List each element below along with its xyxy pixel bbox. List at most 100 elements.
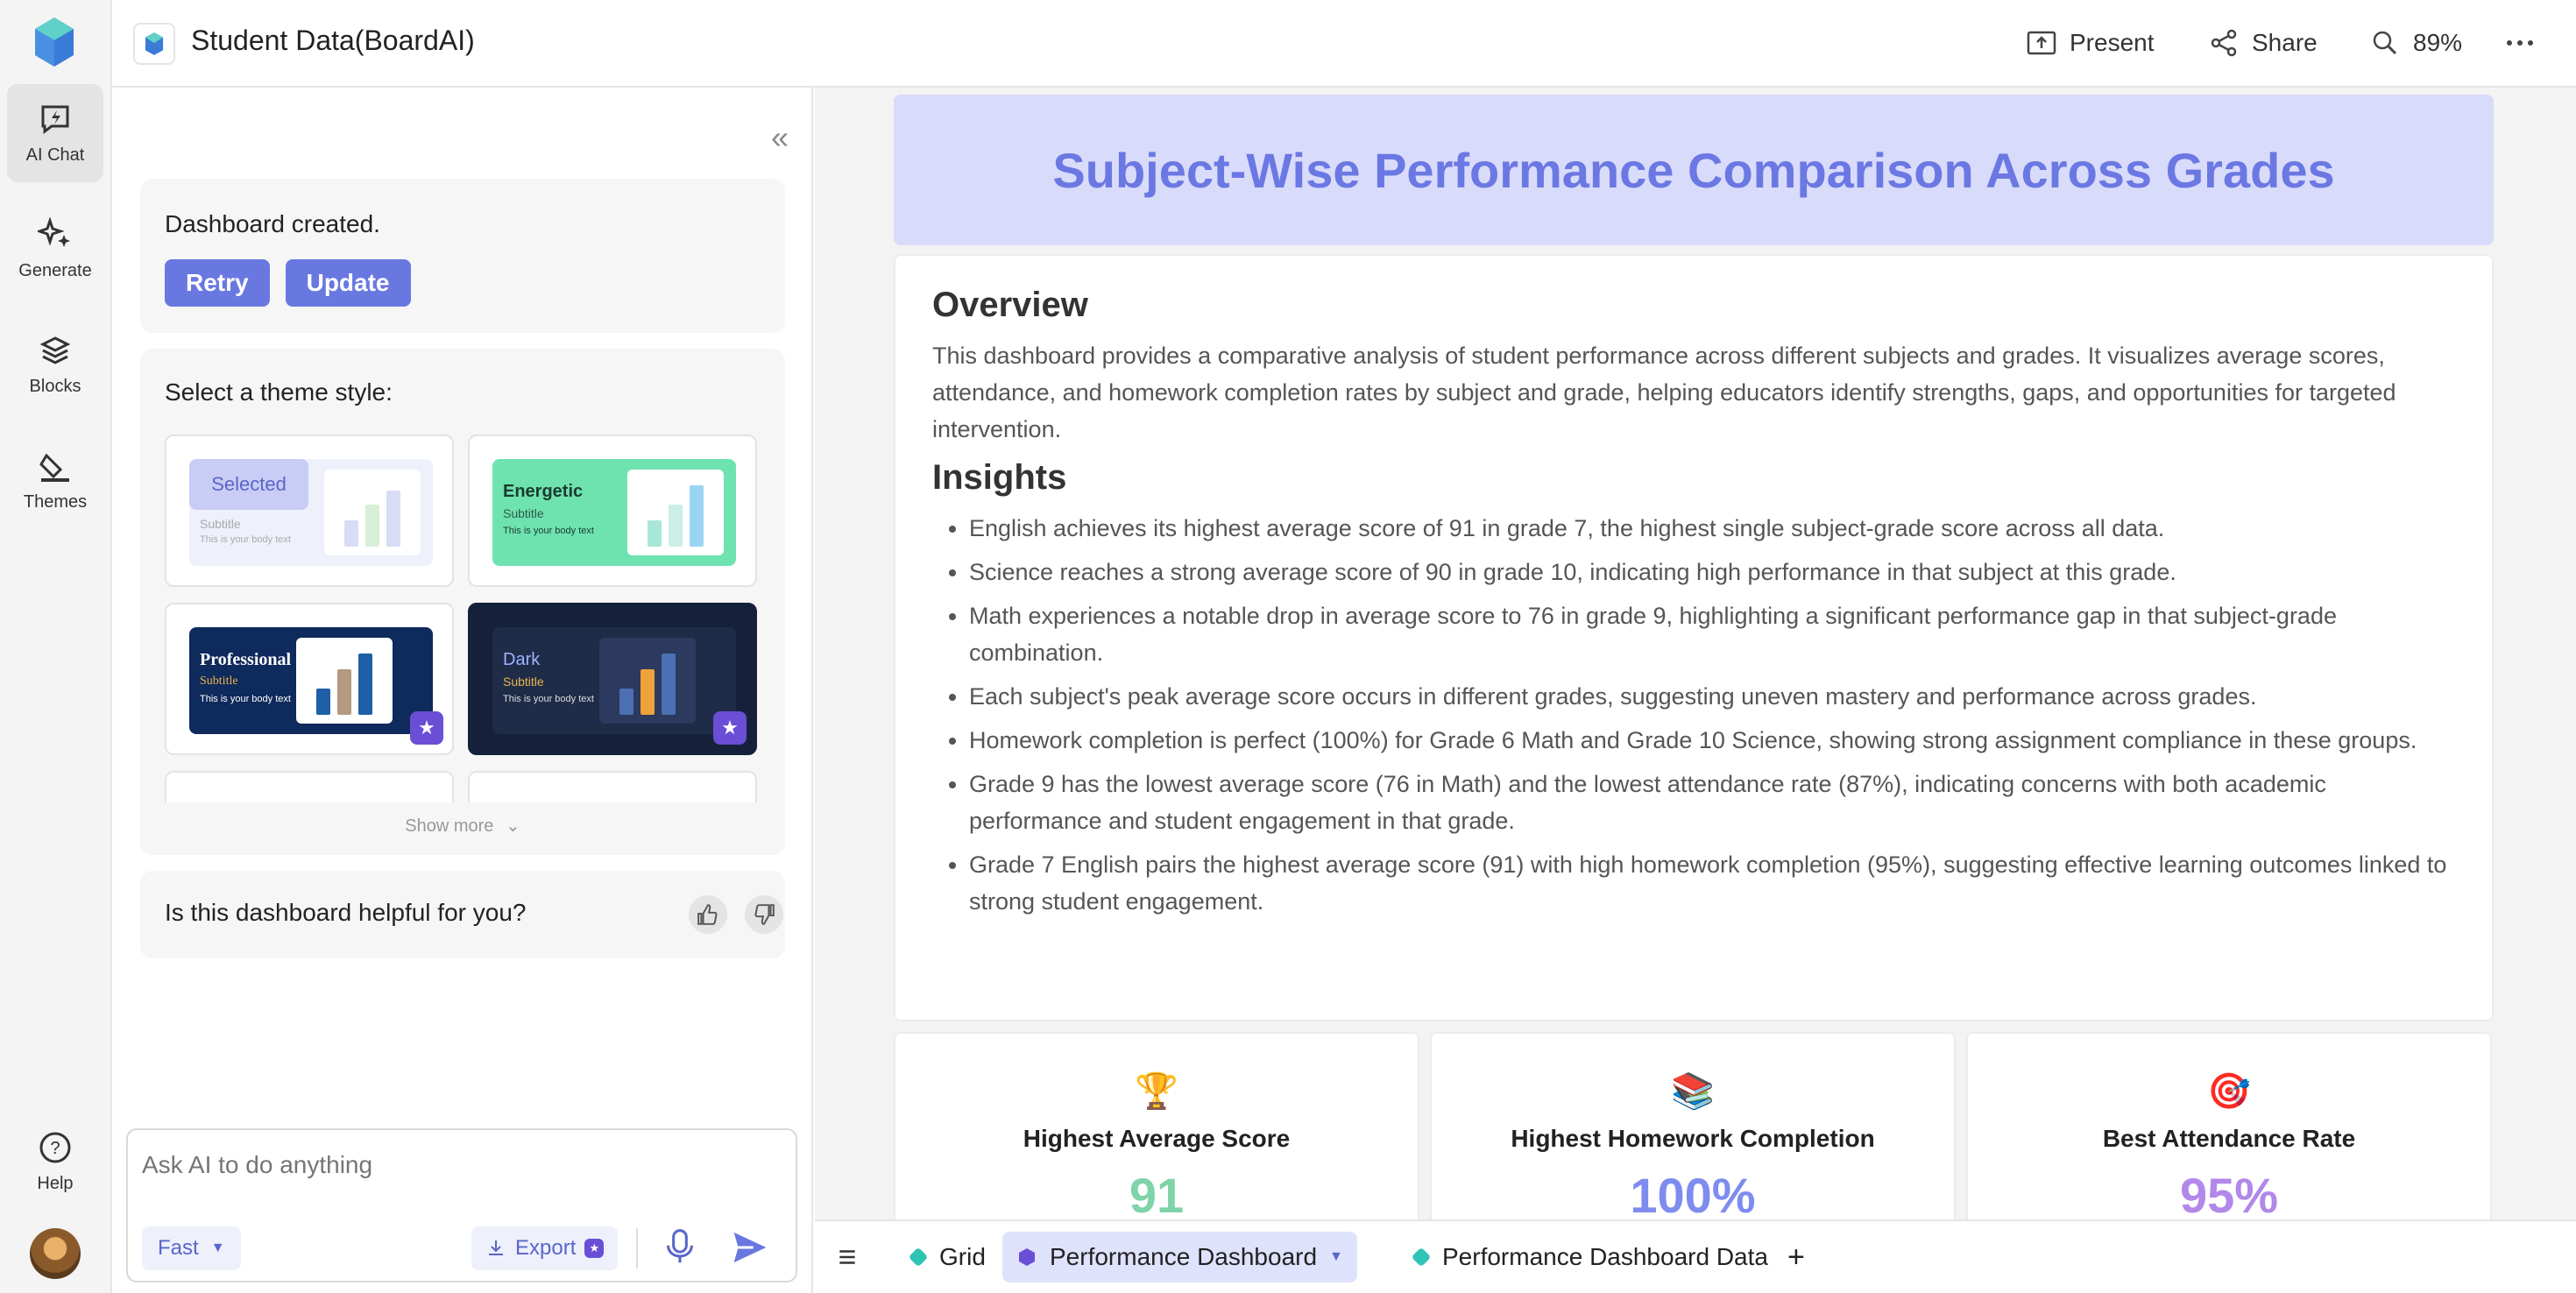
- stat-card-highest-homework-completion: 📚 Highest Homework Completion 100%: [1430, 1032, 1956, 1219]
- share-button[interactable]: Share: [2208, 23, 2318, 63]
- present-button[interactable]: Present: [2026, 23, 2155, 63]
- tabs-menu-icon[interactable]: [827, 1232, 867, 1282]
- caret-down-icon[interactable]: ▼: [1329, 1249, 1343, 1265]
- stat-card-best-attendance-rate: 🎯 Best Attendance Rate 95%: [1966, 1032, 2492, 1219]
- send-icon[interactable]: [731, 1228, 769, 1271]
- zoom-label: 89%: [2413, 29, 2463, 56]
- show-more-link[interactable]: Show more ⌄: [140, 815, 785, 837]
- stat-label: Highest Homework Completion: [1511, 1125, 1875, 1152]
- theme-option-more-1[interactable]: [165, 771, 454, 802]
- overview-text: This dashboard provides a comparative an…: [932, 343, 2396, 442]
- zoom-icon: [2373, 31, 2397, 55]
- premium-star-icon: ★: [584, 1239, 605, 1258]
- show-more-label: Show more: [405, 816, 494, 836]
- document-title[interactable]: Student Data(BoardAI): [191, 25, 475, 57]
- tab-label: Grid: [939, 1243, 986, 1270]
- theme-name: Dark: [503, 650, 541, 669]
- tab-grid[interactable]: Grid: [895, 1232, 1000, 1282]
- dashboard-canvas: Subject-Wise Performance Comparison Acro…: [815, 88, 2576, 1219]
- thumbs-down-icon[interactable]: [745, 895, 783, 934]
- theme-preview-chart: [599, 638, 696, 724]
- sheet-tabs-bar: Grid Performance Dashboard ▼ Performance…: [815, 1219, 2576, 1293]
- avatar[interactable]: [30, 1228, 81, 1279]
- insights-list: English achieves its highest average sco…: [932, 510, 2455, 920]
- top-bar: Student Data(BoardAI) Present Share 89%: [112, 0, 2576, 88]
- theme-subtitle: Subtitle: [200, 675, 238, 688]
- app-logo-icon[interactable]: [33, 16, 75, 68]
- theme-grid: Selected Subtitle This is your body text…: [165, 435, 761, 802]
- retry-button[interactable]: Retry: [165, 259, 270, 307]
- left-rail: AI Chat Generate Blocks Themes ? Help: [0, 0, 112, 1293]
- export-button[interactable]: Export ★: [471, 1226, 619, 1270]
- theme-body: This is your body text: [200, 534, 291, 545]
- divider: [636, 1228, 638, 1268]
- rail-item-help[interactable]: ? Help: [7, 1113, 103, 1211]
- stat-value: 100%: [1630, 1168, 1756, 1219]
- theme-name: Selected: [189, 459, 308, 510]
- theme-name: Energetic: [503, 482, 584, 501]
- thumbs-up-icon[interactable]: [689, 895, 727, 934]
- dashboard-title: Subject-Wise Performance Comparison Acro…: [1052, 142, 2335, 198]
- target-icon: 🎯: [2207, 1072, 2251, 1111]
- stat-value: 91: [1129, 1168, 1185, 1219]
- theme-preview-chart: [296, 638, 393, 724]
- present-icon: [2027, 31, 2056, 55]
- mode-select[interactable]: Fast ▼: [142, 1226, 241, 1270]
- theme-body: This is your body text: [503, 694, 594, 704]
- insight-item: Homework completion is perfect (100%) fo…: [969, 722, 2455, 759]
- theme-option-selected[interactable]: Selected Subtitle This is your body text: [165, 435, 454, 587]
- data-sheet-icon: [1411, 1247, 1432, 1268]
- collapse-panel-icon[interactable]: «: [771, 119, 789, 156]
- ai-input-box: Fast ▼ Export ★: [126, 1128, 797, 1282]
- theme-body: This is your body text: [200, 694, 291, 704]
- insight-item: Grade 7 English pairs the highest averag…: [969, 846, 2455, 920]
- update-button[interactable]: Update: [285, 259, 411, 307]
- rail-item-ai-chat[interactable]: AI Chat: [7, 84, 103, 182]
- insight-item: Math experiences a notable drop in avera…: [969, 597, 2455, 671]
- export-label: Export: [515, 1236, 577, 1260]
- theme-option-dark[interactable]: Dark Subtitle This is your body text ★: [468, 603, 757, 755]
- theme-body: This is your body text: [503, 526, 594, 536]
- tab-performance-dashboard[interactable]: Performance Dashboard ▼: [1002, 1232, 1357, 1282]
- premium-star-icon: ★: [713, 711, 747, 745]
- theme-preview-chart: [324, 470, 421, 555]
- theme-option-energetic[interactable]: Energetic Subtitle This is your body tex…: [468, 435, 757, 587]
- stat-label: Best Attendance Rate: [2102, 1125, 2356, 1152]
- tab-performance-dashboard-data[interactable]: Performance Dashboard Data: [1398, 1232, 1782, 1282]
- share-label: Share: [2252, 29, 2318, 56]
- add-tab-button[interactable]: +: [1777, 1232, 1815, 1282]
- sparkle-icon: [38, 216, 70, 247]
- rail-item-generate[interactable]: Generate: [7, 200, 103, 298]
- zoom-control[interactable]: 89%: [2369, 23, 2462, 63]
- status-card: Dashboard created. Retry Update: [140, 179, 785, 333]
- help-icon: ?: [39, 1132, 71, 1162]
- insight-item: Grade 9 has the lowest average score (76…: [969, 766, 2455, 839]
- rail-item-blocks[interactable]: Blocks: [7, 315, 103, 413]
- download-icon: [489, 1240, 503, 1255]
- rail-label-generate: Generate: [18, 260, 92, 280]
- ask-ai-input[interactable]: [142, 1146, 773, 1184]
- overview-card: Overview This dashboard provides a compa…: [894, 254, 2494, 1021]
- tab-label: Performance Dashboard Data: [1442, 1243, 1768, 1270]
- grid-sheet-icon: [908, 1247, 929, 1268]
- theme-subtitle: Subtitle: [503, 675, 544, 689]
- more-options-icon[interactable]: [2504, 23, 2536, 63]
- paint-bucket-icon: [39, 453, 69, 482]
- tab-label: Performance Dashboard: [1050, 1243, 1318, 1270]
- insights-heading: Insights: [932, 458, 1067, 497]
- theme-subtitle: Subtitle: [503, 506, 544, 520]
- layers-icon: [39, 336, 71, 364]
- insight-item: English achieves its highest average sco…: [969, 510, 2455, 547]
- caret-down-icon: ▼: [210, 1240, 225, 1255]
- overview-heading: Overview: [932, 286, 1088, 324]
- premium-star-icon: ★: [410, 711, 443, 745]
- insight-item: Science reaches a strong average score o…: [969, 554, 2455, 590]
- theme-option-more-2[interactable]: [468, 771, 757, 802]
- theme-prompt: Select a theme style:: [165, 378, 393, 406]
- svg-text:?: ?: [50, 1139, 60, 1158]
- microphone-icon[interactable]: [661, 1225, 699, 1273]
- theme-subtitle: Subtitle: [200, 517, 241, 531]
- dashboard-sheet-icon: [1019, 1248, 1035, 1266]
- rail-item-themes[interactable]: Themes: [7, 431, 103, 529]
- theme-option-professional[interactable]: Professional Subtitle This is your body …: [165, 603, 454, 755]
